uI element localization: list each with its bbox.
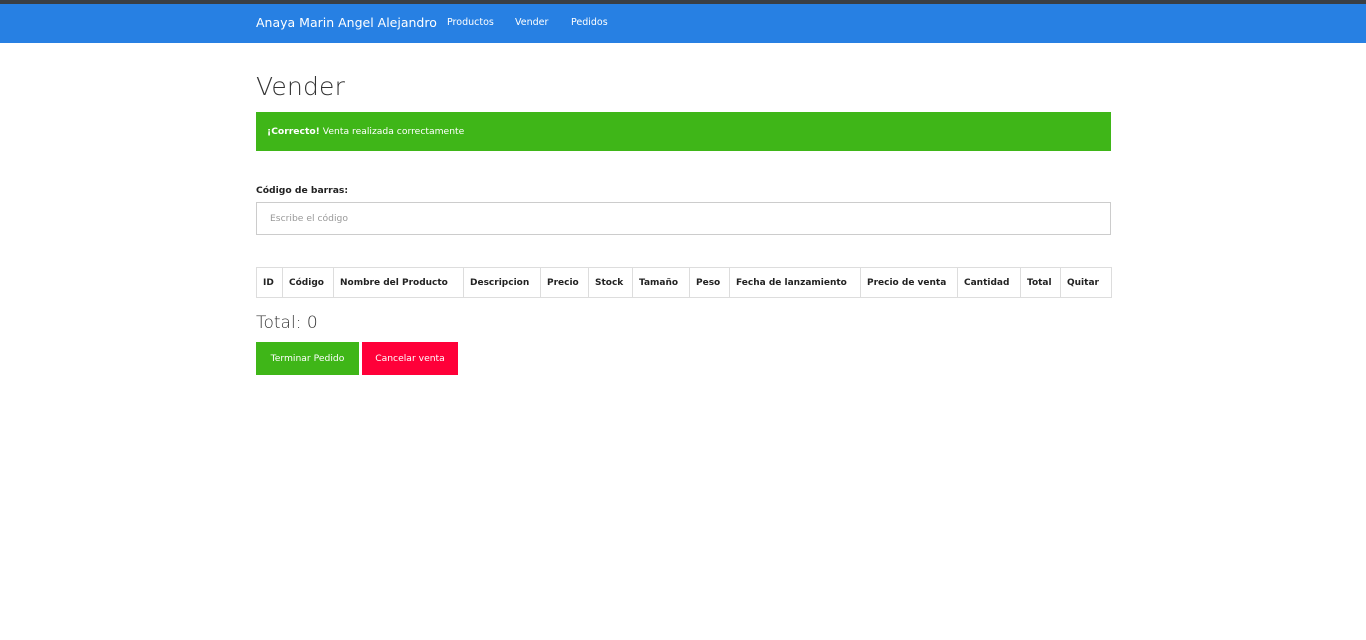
sale-total: Total: 0 bbox=[256, 313, 318, 333]
column-header-quitar: Quitar bbox=[1060, 267, 1112, 298]
sale-products-table: ID Código Nombre del Producto Descripcio… bbox=[256, 267, 1112, 298]
finish-order-button[interactable]: Terminar Pedido bbox=[256, 342, 359, 375]
column-header-total: Total bbox=[1020, 267, 1061, 298]
success-alert: ¡Correcto! Venta realizada correctamente bbox=[256, 112, 1111, 151]
nav-link-pedidos[interactable]: Pedidos bbox=[571, 4, 608, 43]
table-header-row: ID Código Nombre del Producto Descripcio… bbox=[256, 267, 1112, 298]
column-header-precio-venta: Precio de venta bbox=[860, 267, 958, 298]
nav-link-vender[interactable]: Vender bbox=[515, 4, 548, 43]
page-title: Vender bbox=[256, 72, 346, 101]
navbar-brand[interactable]: Anaya Marin Angel Alejandro bbox=[256, 4, 437, 43]
barcode-input[interactable] bbox=[256, 202, 1111, 235]
column-header-codigo: Código bbox=[282, 267, 334, 298]
alert-strong-text: ¡Correcto! bbox=[267, 126, 320, 137]
barcode-label: Código de barras: bbox=[256, 185, 349, 196]
nav-link-productos[interactable]: Productos bbox=[447, 4, 494, 43]
column-header-descripcion: Descripcion bbox=[463, 267, 541, 298]
column-header-nombre: Nombre del Producto bbox=[333, 267, 464, 298]
column-header-tamano: Tamaño bbox=[632, 267, 690, 298]
column-header-cantidad: Cantidad bbox=[957, 267, 1021, 298]
column-header-peso: Peso bbox=[689, 267, 730, 298]
navbar: Anaya Marin Angel Alejandro Productos Ve… bbox=[0, 4, 1366, 43]
column-header-id: ID bbox=[256, 267, 283, 298]
cancel-sale-button[interactable]: Cancelar venta bbox=[362, 342, 458, 375]
alert-message: Venta realizada correctamente bbox=[319, 126, 465, 137]
column-header-precio: Precio bbox=[540, 267, 589, 298]
column-header-fecha-lanzamiento: Fecha de lanzamiento bbox=[729, 267, 861, 298]
column-header-stock: Stock bbox=[588, 267, 633, 298]
